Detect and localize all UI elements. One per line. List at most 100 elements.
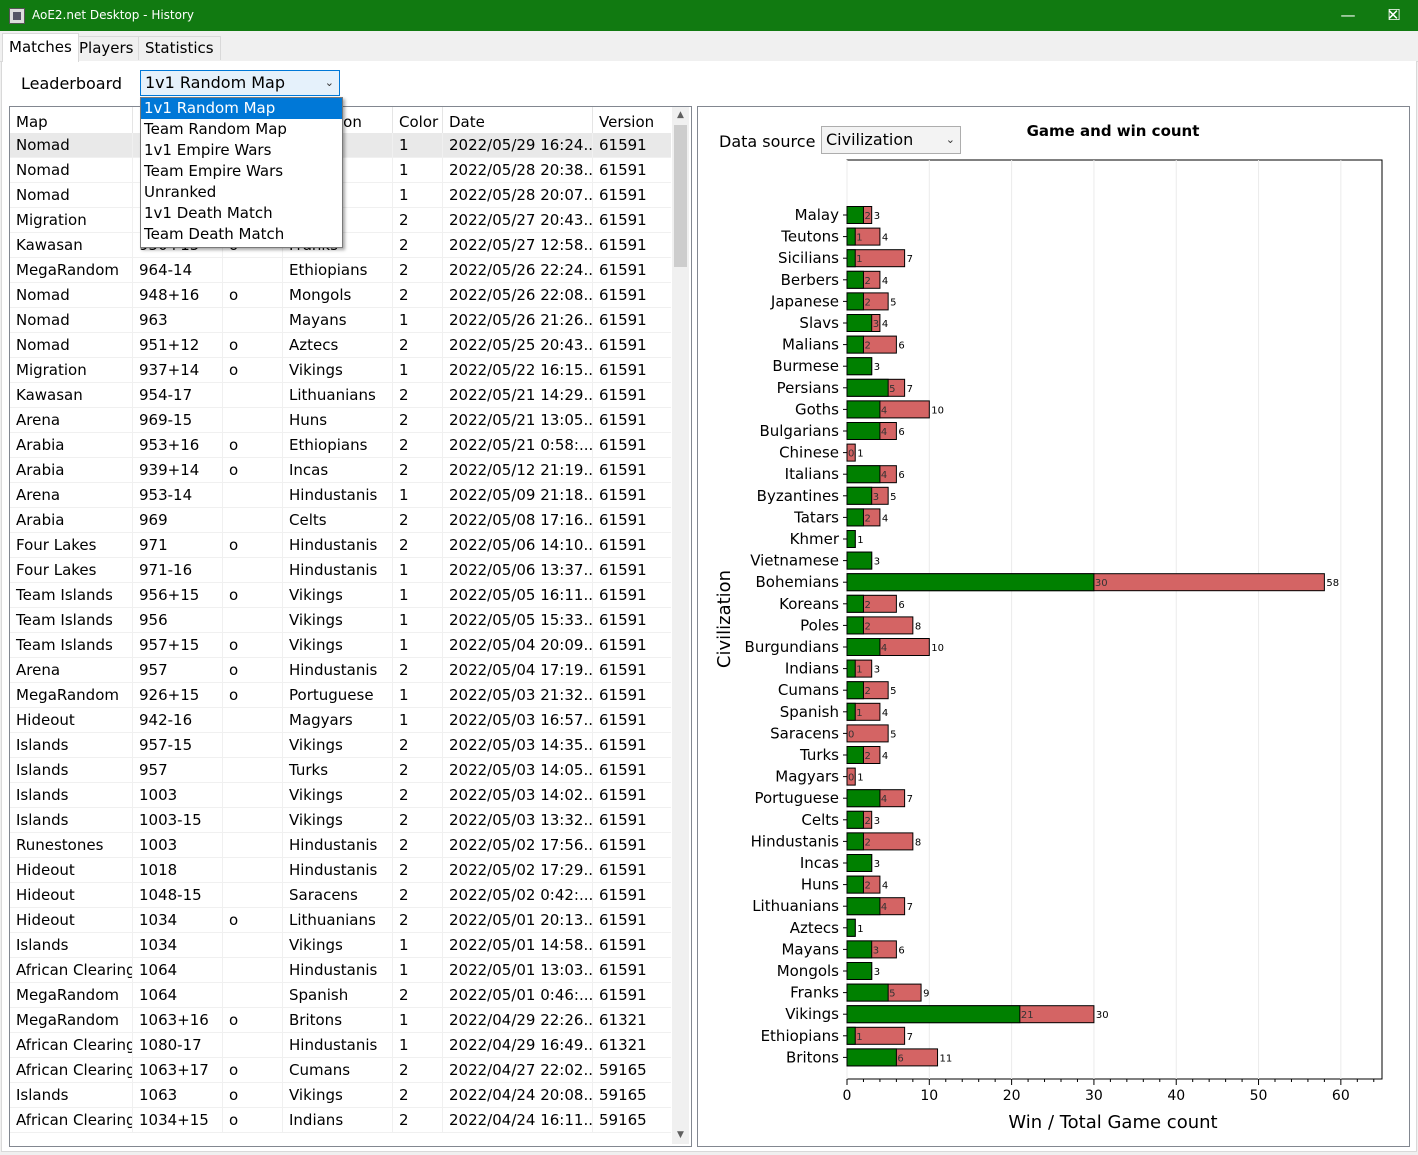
cell-rating: 1003 bbox=[133, 833, 223, 857]
dropdown-option[interactable]: 1v1 Empire Wars bbox=[141, 140, 342, 161]
tab-players[interactable]: Players bbox=[72, 36, 141, 60]
table-row[interactable]: Team Islands 957+15 o Vikings 1 2022/05/04 20… bbox=[10, 633, 671, 658]
table-row[interactable]: MegaRandom 926+15 o Portuguese 1 2022/05/03 2… bbox=[10, 683, 671, 708]
dropdown-option[interactable]: Unranked bbox=[141, 182, 342, 203]
table-row[interactable]: Hideout 1018 Hindustanis 2 2022/05/02 17:29.… bbox=[10, 858, 671, 883]
scroll-up-icon[interactable]: ▲ bbox=[672, 107, 689, 124]
cell-color: 1 bbox=[393, 158, 443, 182]
leaderboard-selected: 1v1 Random Map bbox=[145, 73, 286, 92]
table-row[interactable]: Islands 957 Turks 2 2022/05/03 14:05... 61591 bbox=[10, 758, 671, 783]
table-row[interactable]: Four Lakes 971 o Hindustanis 2 2022/05/06 14:… bbox=[10, 533, 671, 558]
table-row[interactable]: Team Islands 956 Vikings 1 2022/05/05 15:33.… bbox=[10, 608, 671, 633]
y-tick-label: Magyars bbox=[775, 768, 839, 786]
dropdown-option[interactable]: Team Death Match bbox=[141, 224, 342, 245]
minimize-button[interactable]: — bbox=[1325, 0, 1371, 31]
y-tick-label: Bulgarians bbox=[759, 422, 839, 440]
table-row[interactable]: African Clearing 1064 Hindustanis 1 2022/05/… bbox=[10, 958, 671, 983]
cell-civilization: Lithuanians bbox=[283, 908, 393, 932]
cell-won bbox=[223, 558, 283, 582]
table-row[interactable]: Nomad 963 Mayans 1 2022/05/26 21:26... 61591 bbox=[10, 308, 671, 333]
table-row[interactable]: Islands 957-15 Vikings 2 2022/05/03 14:35...… bbox=[10, 733, 671, 758]
table-row[interactable]: Islands 1003-15 Vikings 2 2022/05/03 13:32..… bbox=[10, 808, 671, 833]
scroll-thumb[interactable] bbox=[674, 125, 687, 267]
cell-won bbox=[223, 983, 283, 1007]
cell-date: 2022/05/26 22:08... bbox=[443, 283, 593, 307]
dropdown-option[interactable]: Team Empire Wars bbox=[141, 161, 342, 182]
table-row[interactable]: Arena 953-14 Hindustanis 1 2022/05/09 21:18.… bbox=[10, 483, 671, 508]
table-row[interactable]: African Clearing 1034+15 o Indians 2 2022/04/… bbox=[10, 1108, 671, 1133]
cell-date: 2022/05/28 20:38... bbox=[443, 158, 593, 182]
cell-won: o bbox=[223, 683, 283, 707]
y-tick-label: Chinese bbox=[779, 444, 839, 462]
table-row[interactable]: Migration 937+14 o Vikings 1 2022/05/22 16:15… bbox=[10, 358, 671, 383]
table-row[interactable]: Arena 957 o Hindustanis 2 2022/05/04 17:19...… bbox=[10, 658, 671, 683]
column-header-version[interactable]: Version bbox=[593, 107, 671, 133]
table-row[interactable]: African Clearing 1063+17 o Cumans 2 2022/04/2… bbox=[10, 1058, 671, 1083]
dropdown-option[interactable]: 1v1 Death Match bbox=[141, 203, 342, 224]
cell-version: 61591 bbox=[599, 986, 647, 1004]
window-title: AoE2.net Desktop - History bbox=[32, 8, 195, 22]
bar-win-label: 4 bbox=[881, 405, 887, 416]
table-row[interactable]: Nomad 951+12 o Aztecs 2 2022/05/25 20:43... 61… bbox=[10, 333, 671, 358]
table-row[interactable]: MegaRandom 1063+16 o Britons 1 2022/04/29 22:… bbox=[10, 1008, 671, 1033]
table-row[interactable]: Arabia 969 Celts 2 2022/05/08 17:16... 61591 bbox=[10, 508, 671, 533]
table-row[interactable]: Hideout 1048-15 Saracens 2 2022/05/02 0:42:.… bbox=[10, 883, 671, 908]
cell-rating: 1003-15 bbox=[133, 808, 223, 832]
table-row[interactable]: Islands 1034 Vikings 1 2022/05/01 14:58... 61… bbox=[10, 933, 671, 958]
column-header-color[interactable]: Color bbox=[393, 107, 443, 133]
table-row[interactable]: Arabia 953+16 o Ethiopians 2 2022/05/21 0:58:… bbox=[10, 433, 671, 458]
cell-civilization: Vikings bbox=[283, 808, 393, 832]
leaderboard-select[interactable]: 1v1 Random Map ⌄ bbox=[140, 70, 340, 96]
table-row[interactable]: Hideout 942-16 Magyars 1 2022/05/03 16:57...… bbox=[10, 708, 671, 733]
cell-map: Hideout bbox=[10, 858, 133, 882]
table-row[interactable]: Arena 969-15 Huns 2 2022/05/21 13:05... 61591 bbox=[10, 408, 671, 433]
cell-date: 2022/05/06 13:37... bbox=[443, 558, 593, 582]
cell-date: 2022/04/29 16:49... bbox=[443, 1033, 593, 1057]
x-tick-label: 60 bbox=[1332, 1088, 1350, 1104]
table-row[interactable]: Nomad 948+16 o Mongols 2 2022/05/26 22:08... 6… bbox=[10, 283, 671, 308]
matches-grid[interactable]: Map ion Color Date Version Nomad912022/0… bbox=[9, 106, 692, 1147]
dropdown-option[interactable]: Team Random Map bbox=[141, 119, 342, 140]
column-header-map[interactable]: Map bbox=[10, 107, 133, 133]
bar-win bbox=[846, 616, 864, 635]
cell-won: o bbox=[223, 283, 283, 307]
table-row[interactable]: Four Lakes 971-16 Hindustanis 1 2022/05/06 1… bbox=[10, 558, 671, 583]
cell-won: o bbox=[223, 1083, 283, 1107]
dropdown-option[interactable]: 1v1 Random Map bbox=[141, 98, 342, 119]
bar-total-label: 6 bbox=[898, 427, 904, 438]
bar-total-label: 4 bbox=[882, 319, 888, 330]
cell-version: 61591 bbox=[599, 461, 647, 479]
tab-matches[interactable]: Matches bbox=[2, 33, 79, 62]
column-header-date[interactable]: Date bbox=[443, 107, 593, 133]
y-tick-label: Tatars bbox=[793, 508, 839, 526]
table-row[interactable]: Team Islands 956+15 o Vikings 1 2022/05/05 16… bbox=[10, 583, 671, 608]
table-row[interactable]: African Clearing 1080-17 Hindustanis 1 2022/… bbox=[10, 1033, 671, 1058]
grid-scrollbar[interactable]: ▲ ▼ bbox=[672, 107, 689, 1144]
cell-civilization: Hindustanis bbox=[283, 533, 393, 557]
cell-version: 61591 bbox=[599, 936, 647, 954]
cell-won bbox=[223, 758, 283, 782]
bar-total-label: 7 bbox=[907, 794, 913, 805]
table-row[interactable]: Arabia 939+14 o Incas 2 2022/05/12 21:19... 61… bbox=[10, 458, 671, 483]
cell-map: Migration bbox=[10, 208, 133, 232]
table-row[interactable]: MegaRandom 1064 Spanish 2 2022/05/01 0:46:..… bbox=[10, 983, 671, 1008]
close-button[interactable]: ✕ bbox=[1370, 0, 1416, 31]
y-tick-label: Malians bbox=[782, 336, 839, 354]
cell-date: 2022/05/27 20:43... bbox=[443, 208, 593, 232]
cell-civilization: Incas bbox=[283, 458, 393, 482]
cell-date: 2022/05/21 0:58:... bbox=[443, 433, 593, 457]
scroll-down-icon[interactable]: ▼ bbox=[672, 1127, 689, 1144]
table-row[interactable]: Kawasan 954-17 Lithuanians 2 2022/05/21 14:2… bbox=[10, 383, 671, 408]
table-row[interactable]: Runestones 1003 Hindustanis 2 2022/05/02 17:… bbox=[10, 833, 671, 858]
y-tick-label: Spanish bbox=[780, 703, 839, 721]
tab-statistics[interactable]: Statistics bbox=[138, 36, 221, 60]
bar-win bbox=[846, 681, 864, 700]
cell-version: 61591 bbox=[599, 311, 647, 329]
bar-win bbox=[846, 983, 889, 1002]
cell-map: Nomad bbox=[10, 333, 133, 357]
table-row[interactable]: Hideout 1034 o Lithuanians 2 2022/05/01 20:13… bbox=[10, 908, 671, 933]
table-row[interactable]: Islands 1003 Vikings 2 2022/05/03 14:02... 61… bbox=[10, 783, 671, 808]
table-row[interactable]: Islands 1063 o Vikings 2 2022/04/24 20:08... 5… bbox=[10, 1083, 671, 1108]
y-tick-label: Franks bbox=[790, 984, 839, 1002]
table-row[interactable]: MegaRandom 964-14 Ethiopians 2 2022/05/26 22… bbox=[10, 258, 671, 283]
